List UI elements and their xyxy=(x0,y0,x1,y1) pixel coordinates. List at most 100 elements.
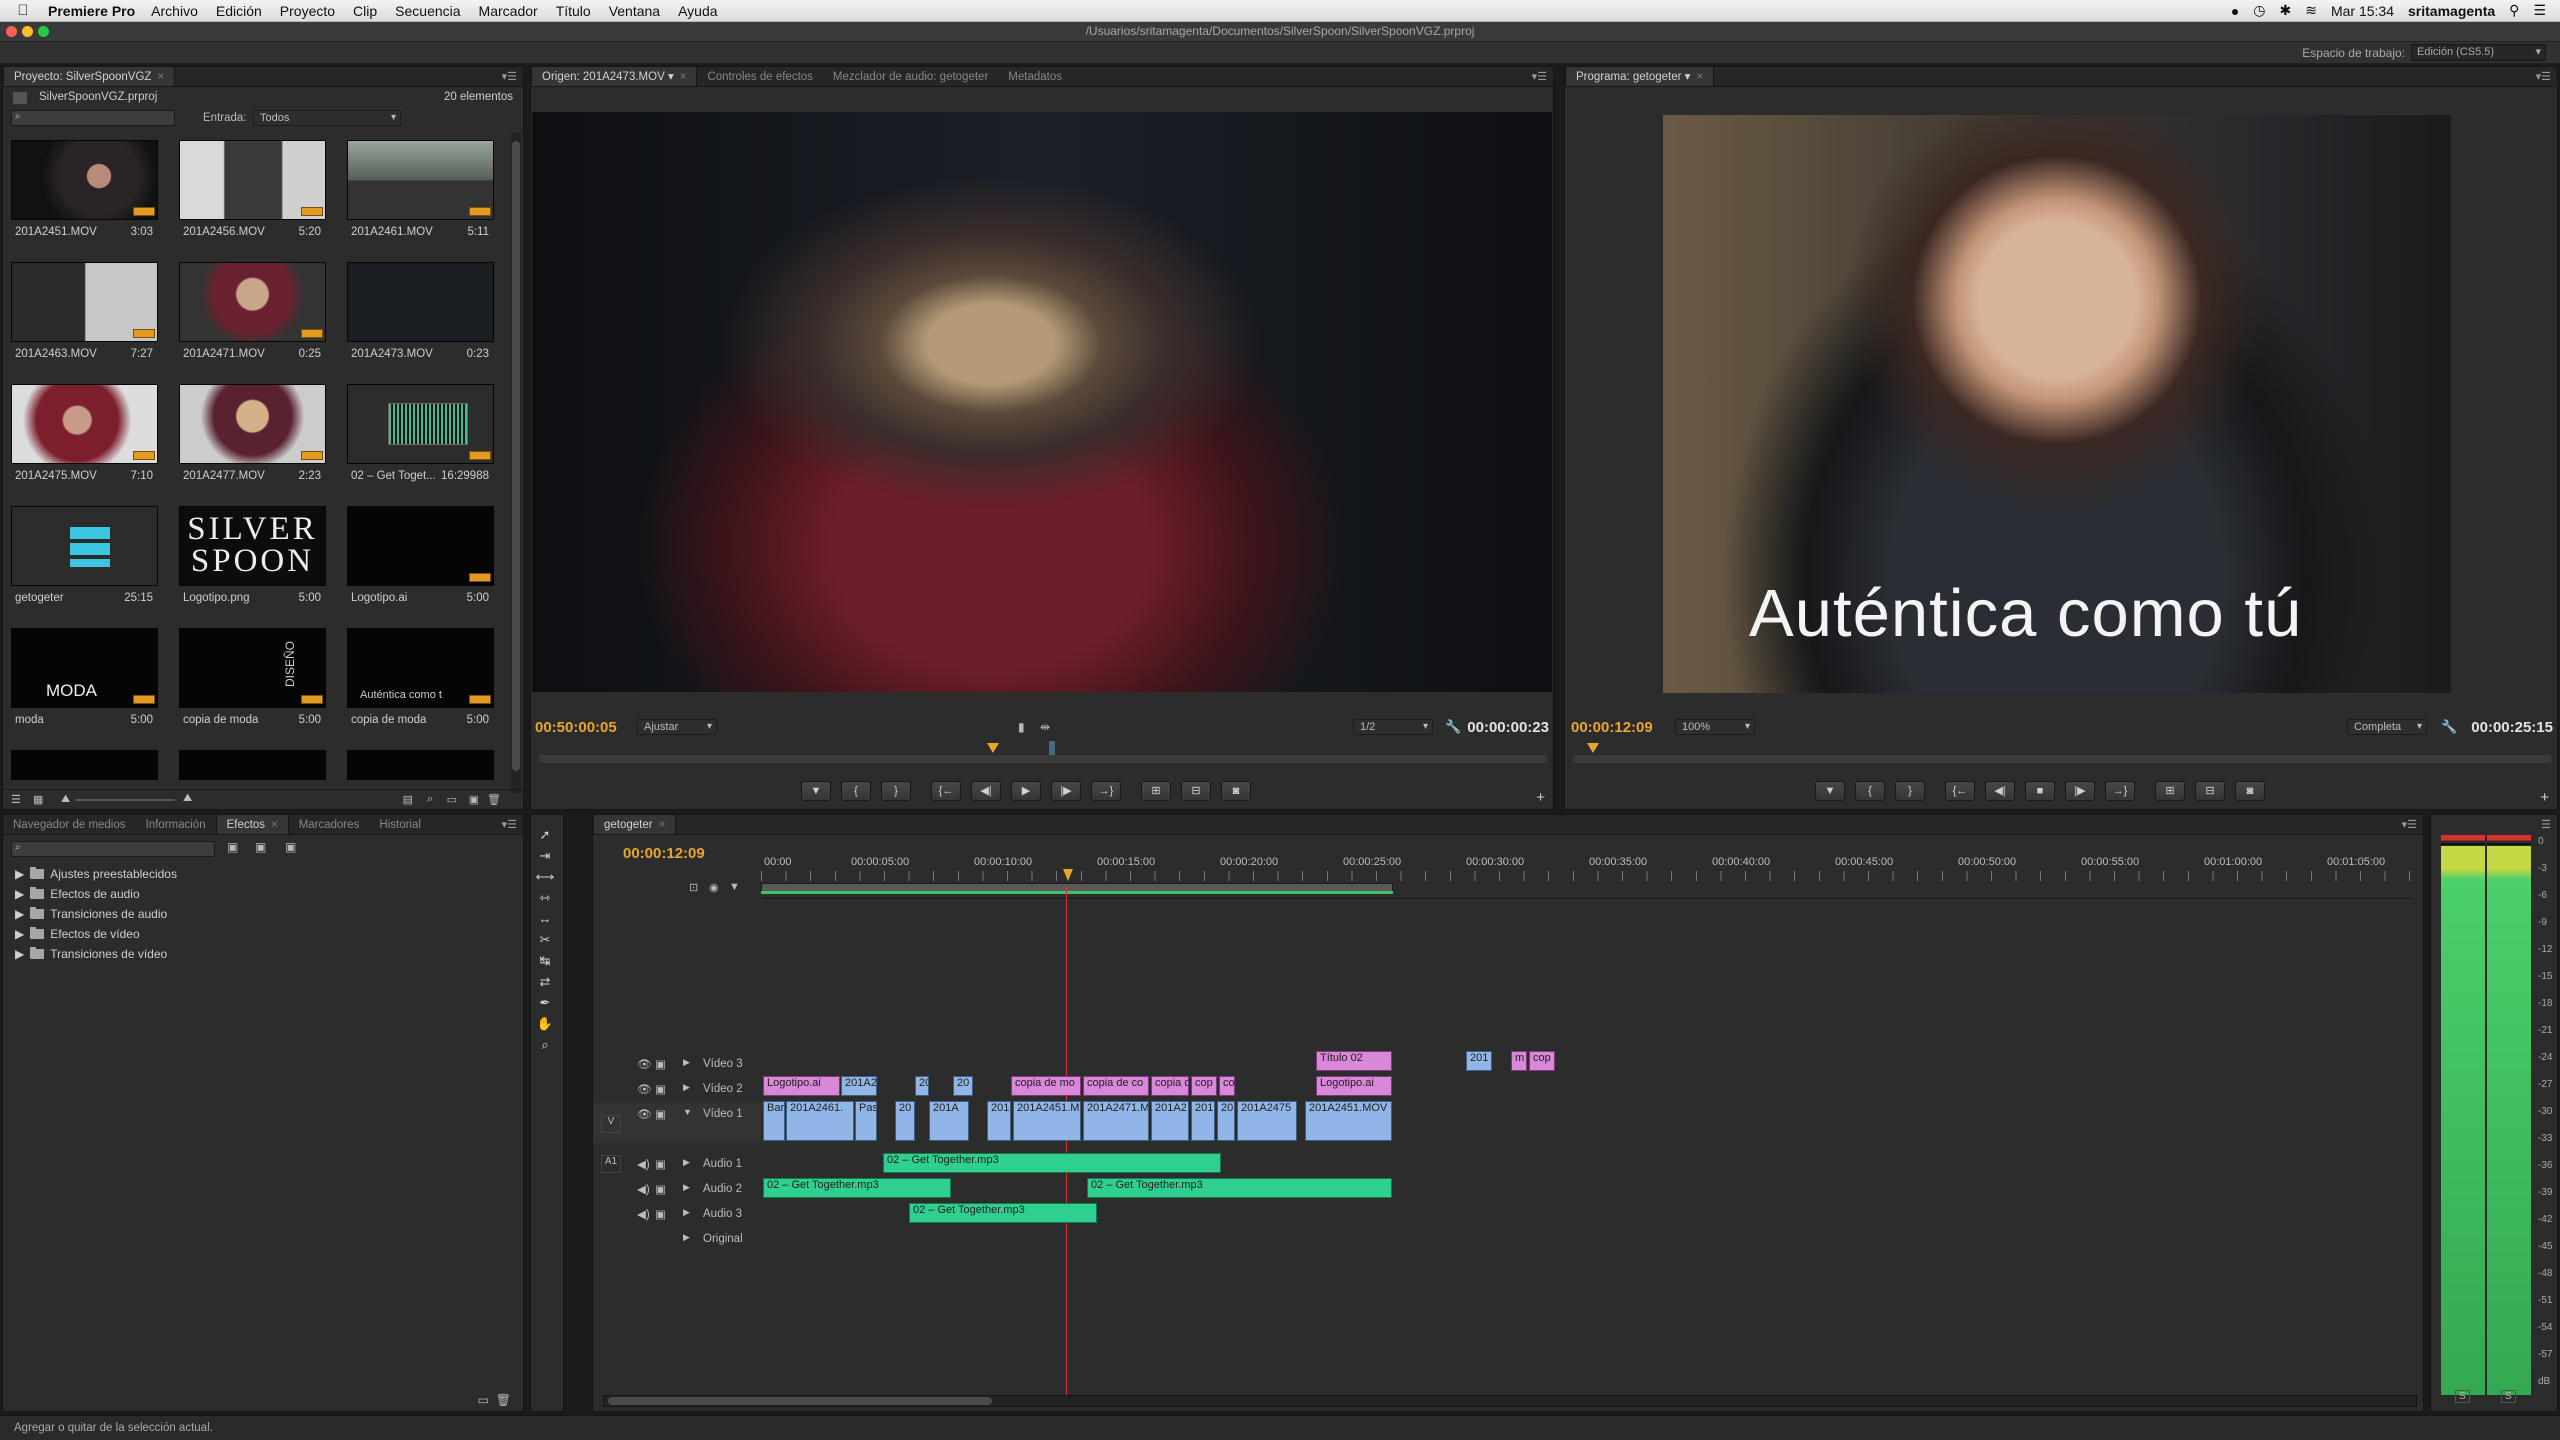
step-back-button[interactable]: ◀| xyxy=(971,781,1001,801)
thumbnail[interactable] xyxy=(11,750,158,780)
eye-icon[interactable]: 👁 xyxy=(637,1057,652,1071)
new-bin-icon[interactable]: ▭ xyxy=(478,1393,489,1407)
list-item[interactable]: 201A2471.MOV 0:25 xyxy=(171,255,326,360)
list-item[interactable]: Auténtica como t copia de moda 5:00 xyxy=(339,621,494,726)
clip[interactable]: 201A xyxy=(929,1101,969,1141)
mark-in-button[interactable]: { xyxy=(1855,781,1885,801)
timeline-horizontal-scrollbar[interactable] xyxy=(603,1395,2417,1407)
effects-search-input[interactable]: ⌕ xyxy=(11,841,215,857)
clip[interactable]: copia de co xyxy=(1083,1076,1149,1096)
time-machine-icon[interactable]: ◷ xyxy=(2253,2,2265,19)
source-resolution-select[interactable]: 1/2 xyxy=(1353,719,1433,735)
panel-menu-icon[interactable]: ▾☰ xyxy=(502,818,517,831)
list-item[interactable]: 201A2456.MOV 5:20 xyxy=(171,133,326,238)
clip[interactable]: 201A2 xyxy=(1151,1101,1189,1141)
close-icon[interactable]: × xyxy=(271,819,278,831)
program-playhead-icon[interactable] xyxy=(1587,743,1599,753)
list-item[interactable]: Logotipo.ai 5:00 xyxy=(339,499,494,604)
export-frame-button[interactable]: ◙ xyxy=(2235,781,2265,801)
list-item[interactable]: 201A2451.MOV 3:03 xyxy=(3,133,158,238)
settings-wrench-icon[interactable]: 🔧 xyxy=(1445,719,1461,735)
tab-program[interactable]: Programa: getogeter ▾ × xyxy=(1565,67,1715,86)
expand-triangle-icon[interactable]: ▶ xyxy=(15,947,24,961)
zoom-out-icon[interactable]: ⛰ xyxy=(61,793,70,806)
lock-icon[interactable]: ▣ xyxy=(655,1182,666,1196)
slip-tool-icon[interactable]: ↹ xyxy=(535,953,555,971)
close-icon[interactable]: × xyxy=(1696,71,1703,83)
new-bin-icon[interactable]: ▭ xyxy=(447,793,457,806)
add-button-icon[interactable]: + xyxy=(2540,789,2549,806)
program-zoom-bar[interactable] xyxy=(1573,755,2551,763)
mark-in-button[interactable]: { xyxy=(841,781,871,801)
source-playhead-icon[interactable] xyxy=(987,743,999,753)
expand-triangle-icon[interactable]: ▶ xyxy=(683,1232,690,1243)
clip[interactable]: Logotipo.ai xyxy=(1316,1076,1392,1096)
speaker-icon[interactable]: ◀) xyxy=(637,1157,650,1171)
clip[interactable]: Barr xyxy=(763,1101,785,1141)
set-marker-icon[interactable]: ◉ xyxy=(709,881,719,894)
effects-folder-audio-effects[interactable]: ▶ Efectos de audio xyxy=(15,887,140,901)
clip[interactable]: Título 02 xyxy=(1316,1051,1392,1071)
effects-folder-video-transitions[interactable]: ▶ Transiciones de vídeo xyxy=(15,947,167,961)
clip[interactable]: 20 xyxy=(915,1076,929,1096)
source-timecode-in[interactable]: 00:50:00:05 xyxy=(535,719,617,736)
spotlight-icon[interactable]: ⚲ xyxy=(2509,2,2519,19)
source-zoom-bar[interactable] xyxy=(539,755,1547,763)
eye-icon[interactable]: 👁 xyxy=(637,1107,652,1121)
zoom-window-button[interactable] xyxy=(38,26,49,37)
thumbnail[interactable] xyxy=(347,750,494,780)
pen-tool-icon[interactable]: ✒ xyxy=(535,995,555,1013)
audio-clip[interactable]: 02 – Get Together.mp3 xyxy=(763,1178,951,1198)
entrada-select[interactable]: Todos xyxy=(253,110,401,126)
stop-button[interactable]: ■ xyxy=(2025,781,2055,801)
tab-project[interactable]: Proyecto: SilverSpoonVGZ × xyxy=(3,67,176,86)
apple-menu-icon[interactable]:  xyxy=(8,2,38,19)
clip[interactable]: Paso xyxy=(855,1101,877,1141)
trash-icon[interactable]: 🗑 xyxy=(496,1393,511,1407)
clip[interactable]: co xyxy=(1219,1076,1235,1096)
list-item[interactable]: 201A2473.MOV 0:23 xyxy=(339,255,494,360)
expand-triangle-icon[interactable]: ▶ xyxy=(15,867,24,881)
close-window-button[interactable] xyxy=(6,26,17,37)
extract-button[interactable]: ⊟ xyxy=(2195,781,2225,801)
find-icon[interactable]: ⌕ xyxy=(427,793,433,806)
accelerated-effects-icon[interactable]: ▣ xyxy=(227,840,238,854)
snap-icon[interactable]: ⊡ xyxy=(689,881,698,894)
settings-wrench-icon[interactable]: 🔧 xyxy=(2441,719,2457,735)
go-to-in-button[interactable]: {← xyxy=(931,781,961,801)
trash-icon[interactable]: 🗑 xyxy=(487,793,501,806)
panel-menu-icon[interactable]: ▾☰ xyxy=(1532,70,1547,83)
clip[interactable]: 201A2451.MOV xyxy=(1305,1101,1392,1141)
source-track-badge[interactable]: V xyxy=(601,1115,621,1133)
source-fit-select[interactable]: Ajustar xyxy=(637,719,717,735)
add-button-icon[interactable]: + xyxy=(1536,789,1545,806)
program-time-ruler[interactable] xyxy=(1573,741,2551,763)
list-item[interactable]: MODA moda 5:00 xyxy=(3,621,158,726)
list-item[interactable]: 201A2477.MOV 2:23 xyxy=(171,377,326,482)
menu-titulo[interactable]: Título xyxy=(556,3,591,19)
expand-triangle-icon[interactable]: ▶ xyxy=(15,887,24,901)
menu-clip[interactable]: Clip xyxy=(353,3,377,19)
go-to-out-button[interactable]: →} xyxy=(2105,781,2135,801)
audio-clip[interactable]: 02 – Get Together.mp3 xyxy=(883,1153,1221,1173)
bluetooth-icon[interactable]: ✱ xyxy=(2280,2,2292,19)
clip[interactable]: 201 xyxy=(1191,1101,1215,1141)
speaker-icon[interactable]: ◀) xyxy=(637,1182,650,1196)
selection-tool-icon[interactable]: ➚ xyxy=(535,827,555,845)
mark-out-button[interactable]: } xyxy=(1895,781,1925,801)
panel-menu-icon[interactable]: ▾☰ xyxy=(502,70,517,83)
effects-folder-audio-transitions[interactable]: ▶ Transiciones de audio xyxy=(15,907,167,921)
effects-folder-presets[interactable]: ▶ Ajustes preestablecidos xyxy=(15,867,177,881)
close-icon[interactable]: × xyxy=(680,71,687,83)
solo-right-button[interactable]: S xyxy=(2501,1390,2516,1403)
thumbnail[interactable] xyxy=(179,750,326,780)
tab-media-browser[interactable]: Navegador de medios xyxy=(3,815,136,834)
notification-center-icon[interactable]: ☰ xyxy=(2533,2,2546,19)
clip[interactable]: 201A2461. xyxy=(786,1101,854,1141)
add-marker-button[interactable]: ▼ xyxy=(801,781,831,801)
panel-menu-icon[interactable]: ▾☰ xyxy=(2536,70,2551,83)
menu-secuencia[interactable]: Secuencia xyxy=(395,3,460,19)
hand-tool-icon[interactable]: ✋ xyxy=(535,1016,555,1034)
lock-icon[interactable]: ▣ xyxy=(655,1057,666,1071)
expand-triangle-icon[interactable]: ▶ xyxy=(683,1157,690,1168)
